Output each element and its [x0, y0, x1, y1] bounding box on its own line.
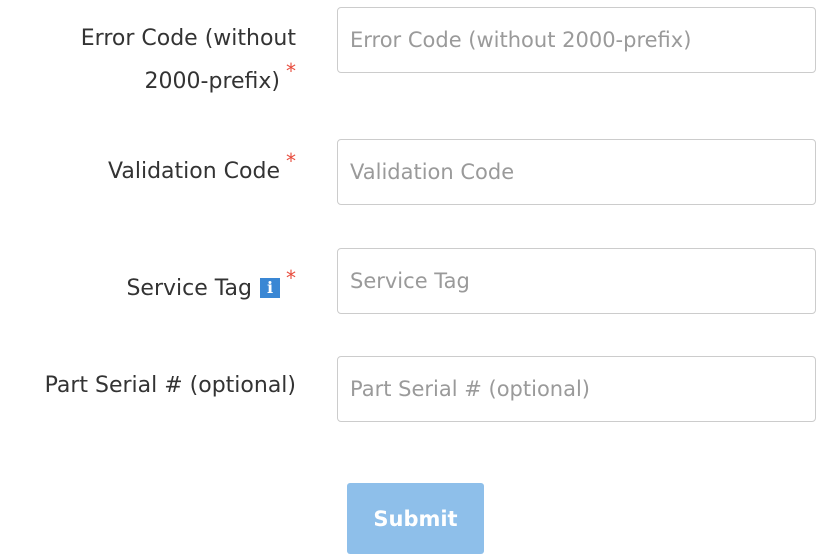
validation-code-label: Validation Code: [108, 159, 280, 184]
part-serial-input[interactable]: [337, 356, 816, 422]
error-code-input[interactable]: [337, 7, 816, 73]
validation-code-input[interactable]: [337, 139, 816, 205]
service-tag-label-wrap: Service Tag i *: [126, 266, 296, 309]
service-tag-input[interactable]: [337, 248, 816, 314]
part-serial-label-wrap: Part Serial # (optional): [45, 366, 296, 406]
service-tag-label: Service Tag: [126, 276, 252, 301]
error-code-label-line2: 2000-prefix): [144, 69, 280, 94]
error-code-label-line2-wrap: 2000-prefix) *: [81, 59, 296, 103]
validation-code-label-wrap: Validation Code *: [108, 149, 296, 192]
error-code-label: Error Code (without 2000-prefix) *: [81, 18, 296, 103]
required-asterisk: *: [286, 266, 296, 290]
submit-button[interactable]: Submit: [347, 483, 484, 554]
required-asterisk: *: [286, 59, 296, 83]
required-asterisk: *: [286, 149, 296, 173]
part-serial-label: Part Serial # (optional): [44, 373, 296, 398]
info-icon[interactable]: i: [260, 278, 280, 298]
error-code-label-line1: Error Code (without: [80, 26, 296, 51]
